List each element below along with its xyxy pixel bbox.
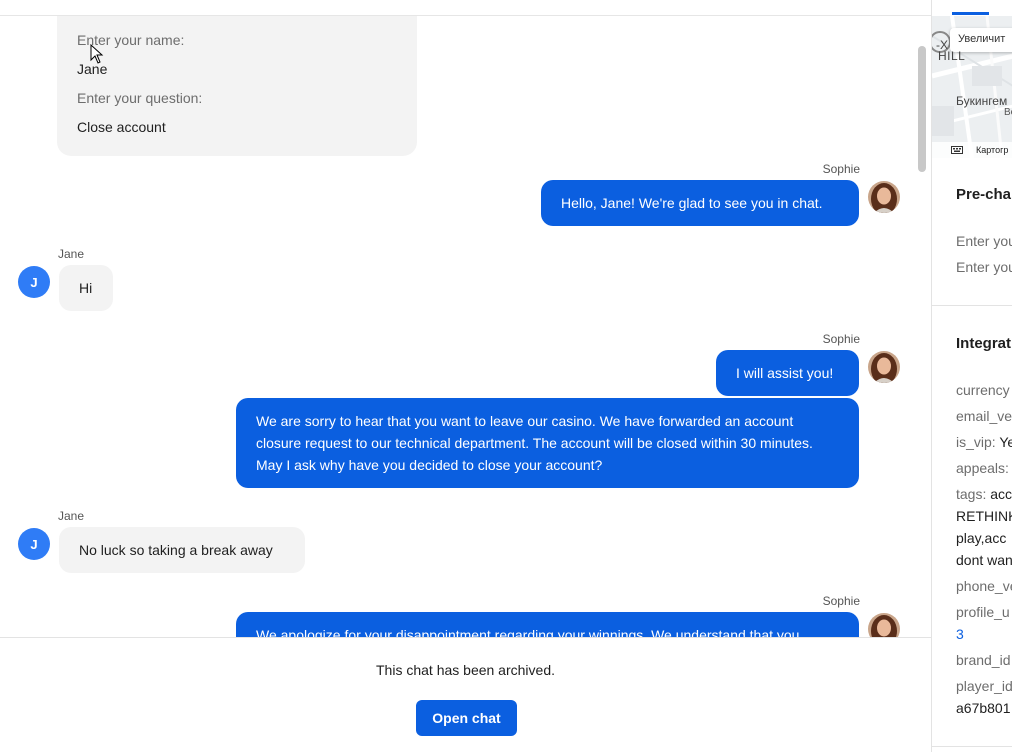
integration-row: is_vip: Ye (956, 434, 1012, 450)
chat-transcript[interactable]: Enter your name: Jane Enter your questio… (0, 16, 931, 637)
message-bubble-incoming: Hi (59, 265, 113, 311)
map-attribution-text[interactable]: Картогр (976, 145, 1008, 155)
map-label: HILL (938, 49, 966, 63)
integration-link[interactable]: 3 (956, 626, 964, 642)
question-value: Close account (77, 119, 166, 135)
map-label: Букингем (956, 94, 1008, 108)
open-chat-button[interactable]: Open chat (416, 700, 517, 736)
message-bubble-outgoing: I will assist you! (716, 350, 859, 396)
integration-row: tags: acc (956, 486, 1012, 502)
integration-row: profile_u (956, 604, 1010, 620)
user-avatar: J (18, 266, 50, 298)
message-sender: Sophie (822, 162, 860, 176)
integrations-section-title: Integrat (956, 335, 1012, 352)
message-sender: Jane (58, 247, 85, 261)
integration-row: brand_id (956, 652, 1011, 668)
keyboard-icon[interactable] (951, 146, 963, 154)
location-map[interactable]: Увеличит -Х HILL Букингем Ве Картогр (932, 16, 1012, 158)
details-side-panel: Увеличит -Х HILL Букингем Ве Картогр Pre… (931, 0, 1012, 752)
app-root: Enter your name: Jane Enter your questio… (0, 0, 1012, 752)
prechat-form-card: Enter your name: Jane Enter your questio… (57, 16, 417, 156)
archived-notice: This chat has been archived. (376, 662, 555, 678)
chat-footer: This chat has been archived. Open chat (0, 637, 931, 752)
section-divider (932, 746, 1012, 747)
prechat-row: Enter you (956, 233, 1012, 249)
chat-scrollbar-thumb[interactable] (918, 46, 926, 172)
agent-avatar (868, 181, 900, 213)
message-bubble-outgoing: Hello, Jane! We're glad to see you in ch… (541, 180, 859, 226)
message-sender: Jane (58, 509, 85, 523)
map-attribution: Картогр (932, 142, 1012, 158)
integration-row: player_id (956, 678, 1012, 694)
message-bubble-outgoing: We are sorry to hear that you want to le… (236, 398, 859, 488)
integration-row: phone_ve (956, 578, 1012, 594)
message-bubble-outgoing: We apologize for your disappointment reg… (236, 612, 859, 637)
integration-row: appeals: (956, 460, 1009, 476)
mouse-cursor-icon (90, 44, 104, 64)
message-sender: Sophie (822, 332, 860, 346)
integration-row: dont wan (956, 552, 1012, 568)
user-avatar: J (18, 528, 50, 560)
integration-row: currency (956, 382, 1010, 398)
agent-avatar (868, 613, 900, 637)
section-divider (932, 305, 1012, 306)
integration-row: RETHINK (956, 508, 1012, 524)
active-tab-indicator (952, 12, 989, 15)
integration-row: play,acc (956, 530, 1007, 546)
message-bubble-incoming: No luck so taking a break away (59, 527, 305, 573)
integration-row: email_ve (956, 408, 1012, 424)
integration-row: a67b801 (956, 700, 1011, 716)
question-label: Enter your question: (77, 90, 203, 106)
prechat-row: Enter you (956, 259, 1012, 275)
prechat-section-title: Pre-cha (956, 186, 1012, 203)
agent-avatar (868, 351, 900, 383)
chat-panel: Enter your name: Jane Enter your questio… (0, 0, 931, 752)
message-sender: Sophie (822, 594, 860, 608)
map-label: Ве (1004, 107, 1012, 118)
